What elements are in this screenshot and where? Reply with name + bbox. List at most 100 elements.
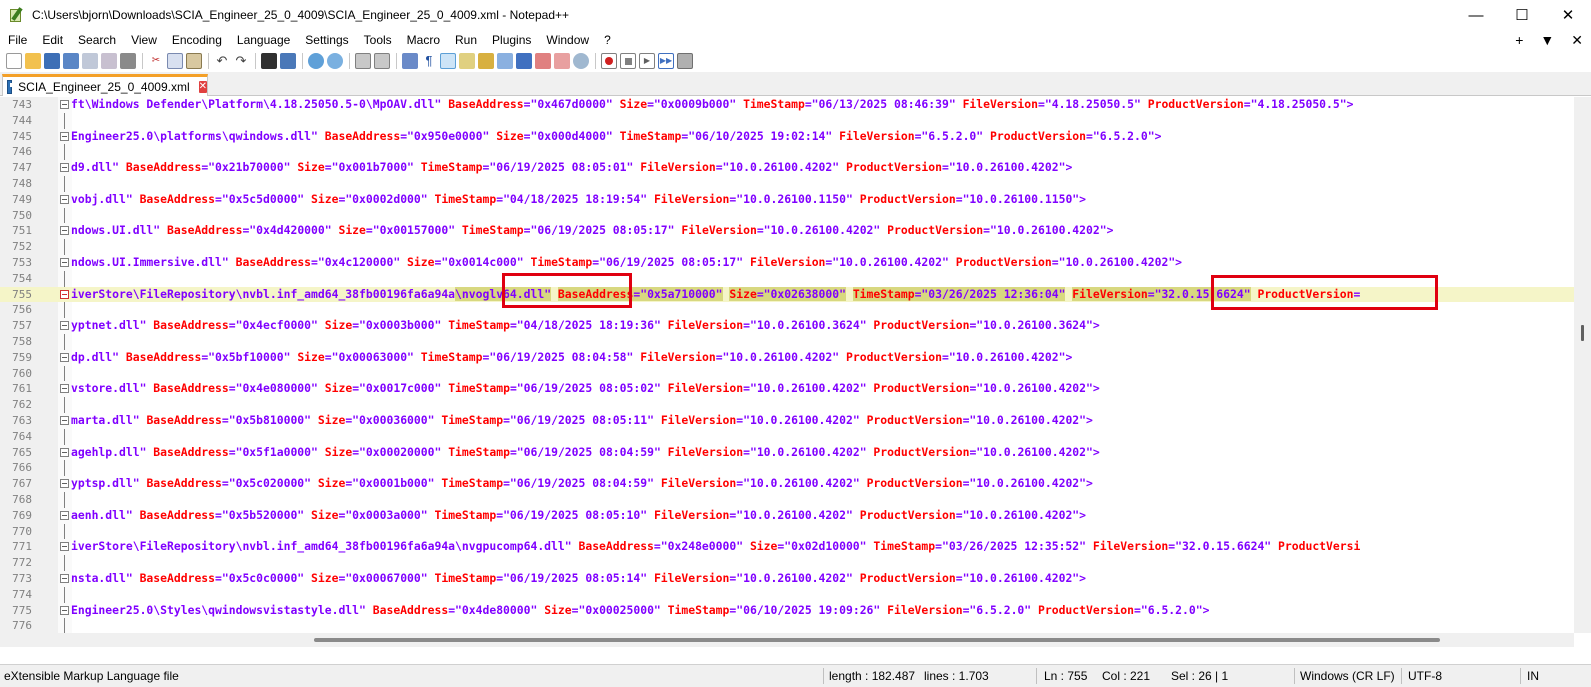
code-line[interactable]: 773 nsta.dll" BaseAddress="0x5c0c0000" Si…	[0, 571, 1591, 587]
maximize-button[interactable]: ☐	[1499, 0, 1545, 30]
paste-icon[interactable]	[186, 53, 202, 69]
record-macro-icon[interactable]	[601, 53, 617, 69]
close-window-button[interactable]: ✕	[1545, 0, 1591, 30]
code-line[interactable]: 743 ft\Windows Defender\Platform\4.18.250…	[0, 97, 1591, 113]
play-macro-icon[interactable]: ▶	[639, 53, 655, 69]
code-line[interactable]: 775 Engineer25.0\Styles\qwindowsvistastyl…	[0, 603, 1591, 619]
code-line[interactable]: 754	[0, 270, 1591, 287]
replace-icon[interactable]	[280, 53, 296, 69]
save-icon[interactable]	[44, 53, 60, 69]
menu-help[interactable]: ?	[596, 33, 618, 47]
minimize-button[interactable]: —	[1453, 0, 1499, 30]
function-list-icon[interactable]	[497, 53, 513, 69]
code-line[interactable]: 774	[0, 586, 1591, 603]
close-all-icon[interactable]	[101, 53, 117, 69]
run-macro-multiple-icon[interactable]: ▶▶	[658, 53, 674, 69]
fold-toggle-icon[interactable]	[60, 100, 69, 109]
code-line[interactable]: 761 vstore.dll" BaseAddress="0x4e080000" …	[0, 381, 1591, 397]
close-tab-icon[interactable]: ✕	[198, 80, 207, 93]
cut-icon[interactable]: ✂	[148, 53, 164, 69]
fold-toggle-icon[interactable]	[60, 257, 69, 267]
open-file-icon[interactable]	[25, 53, 41, 69]
code-line[interactable]: 746	[0, 144, 1591, 161]
menu-file[interactable]: File	[0, 33, 34, 47]
save-macro-icon[interactable]	[677, 53, 693, 69]
menu-window[interactable]: Window	[538, 33, 596, 47]
menu-settings[interactable]: Settings	[297, 33, 355, 47]
code-line[interactable]: 760	[0, 365, 1591, 382]
horizontal-scrollbar[interactable]	[0, 633, 1574, 647]
status-encoding[interactable]: UTF-8	[1408, 669, 1442, 683]
code-line[interactable]: 762	[0, 397, 1591, 413]
redo-icon[interactable]: ↷	[233, 53, 249, 69]
menu-search[interactable]: Search	[70, 33, 123, 47]
code-line[interactable]: 753 ndows.UI.Immersive.dll" BaseAddress="…	[0, 255, 1591, 271]
fold-toggle-icon[interactable]	[60, 573, 69, 583]
code-line[interactable]: 771 iverStore\FileRepository\nvbl.inf_amd…	[0, 539, 1591, 555]
code-line[interactable]: 776	[0, 618, 1591, 633]
code-line[interactable]: 769 aenh.dll" BaseAddress="0x5b520000" Si…	[0, 508, 1591, 524]
close-icon[interactable]	[82, 53, 98, 69]
code-line[interactable]: 764	[0, 428, 1591, 445]
sync-vertical-icon[interactable]	[355, 53, 371, 69]
editor[interactable]: 743 ft\Windows Defender\Platform\4.18.250…	[0, 97, 1591, 633]
code-line[interactable]: 751 ndows.UI.dll" BaseAddress="0x4d420000…	[0, 223, 1591, 239]
menu-macro[interactable]: Macro	[399, 33, 447, 47]
new-file-icon[interactable]	[6, 53, 22, 69]
menu-run[interactable]: Run	[447, 33, 484, 47]
doc-list-icon[interactable]	[554, 53, 570, 69]
fold-toggle-icon[interactable]	[60, 479, 69, 489]
code-line[interactable]: 755 iverStore\FileRepository\nvbl.inf_amd…	[0, 286, 1591, 303]
horizontal-scroll-thumb[interactable]	[314, 638, 1440, 642]
indent-guide-icon[interactable]	[440, 53, 456, 69]
fold-toggle-icon[interactable]	[60, 226, 69, 236]
code-line[interactable]: 768	[0, 491, 1591, 508]
menu-plugins[interactable]: Plugins	[484, 33, 538, 47]
find-icon[interactable]	[261, 53, 277, 69]
tab-list-dropdown[interactable]: ▼	[1540, 32, 1554, 48]
fold-toggle-icon[interactable]	[60, 352, 69, 362]
fold-toggle-icon[interactable]	[60, 447, 69, 457]
monitoring-icon[interactable]	[535, 53, 551, 69]
word-wrap-icon[interactable]	[402, 53, 418, 69]
zoom-out-icon[interactable]	[327, 53, 343, 69]
vertical-scrollbar[interactable]	[1574, 97, 1591, 633]
code-line[interactable]: 767 yptsp.dll" BaseAddress="0x5c020000" S…	[0, 476, 1591, 492]
print-icon[interactable]	[120, 53, 136, 69]
menu-encoding[interactable]: Encoding	[164, 33, 229, 47]
fold-toggle-icon[interactable]	[60, 321, 69, 331]
code-line[interactable]: 770	[0, 523, 1591, 540]
eye-icon[interactable]	[573, 53, 589, 69]
code-line[interactable]: 750	[0, 207, 1591, 224]
folder-workspace-icon[interactable]	[516, 53, 532, 69]
code-line[interactable]: 744	[0, 112, 1591, 129]
menu-tools[interactable]: Tools	[356, 33, 399, 47]
fold-toggle-icon[interactable]	[60, 163, 69, 173]
stop-macro-icon[interactable]	[620, 53, 636, 69]
code-line[interactable]: 749 vobj.dll" BaseAddress="0x5c5d0000" Si…	[0, 192, 1591, 208]
code-line[interactable]: 752	[0, 239, 1591, 255]
code-line[interactable]: 747 d9.dll" BaseAddress="0x21b70000" Size…	[0, 160, 1591, 176]
code-line[interactable]: 748	[0, 175, 1591, 192]
code-line[interactable]: 763 marta.dll" BaseAddress="0x5b810000" S…	[0, 413, 1591, 429]
undo-icon[interactable]: ↶	[214, 53, 230, 69]
code-line[interactable]: 745 Engineer25.0\platforms\qwindows.dll" …	[0, 129, 1591, 145]
code-line[interactable]: 757 yptnet.dll" BaseAddress="0x4ecf0000" …	[0, 318, 1591, 334]
fold-toggle-icon[interactable]	[60, 415, 69, 425]
status-eol[interactable]: Windows (CR LF)	[1300, 669, 1395, 683]
code-line[interactable]: 756	[0, 302, 1591, 319]
fold-toggle-icon[interactable]	[60, 384, 69, 394]
menu-language[interactable]: Language	[229, 33, 297, 47]
udl-icon[interactable]	[459, 53, 475, 69]
sync-horizontal-icon[interactable]	[374, 53, 390, 69]
document-map-icon[interactable]	[478, 53, 494, 69]
tab-scia-xml[interactable]: SCIA_Engineer_25_0_4009.xml ✕	[2, 74, 208, 96]
show-all-chars-icon[interactable]: ¶	[421, 53, 437, 69]
close-document-button[interactable]: ✕	[1571, 32, 1583, 49]
code-line[interactable]: 758	[0, 333, 1591, 350]
code-line[interactable]: 765 agehlp.dll" BaseAddress="0x5f1a0000" …	[0, 445, 1591, 461]
fold-toggle-icon[interactable]	[60, 542, 69, 552]
vertical-scroll-thumb[interactable]	[1581, 325, 1584, 341]
fold-toggle-icon[interactable]	[60, 131, 69, 141]
code-line[interactable]: 759 dp.dll" BaseAddress="0x5bf10000" Size…	[0, 350, 1591, 366]
